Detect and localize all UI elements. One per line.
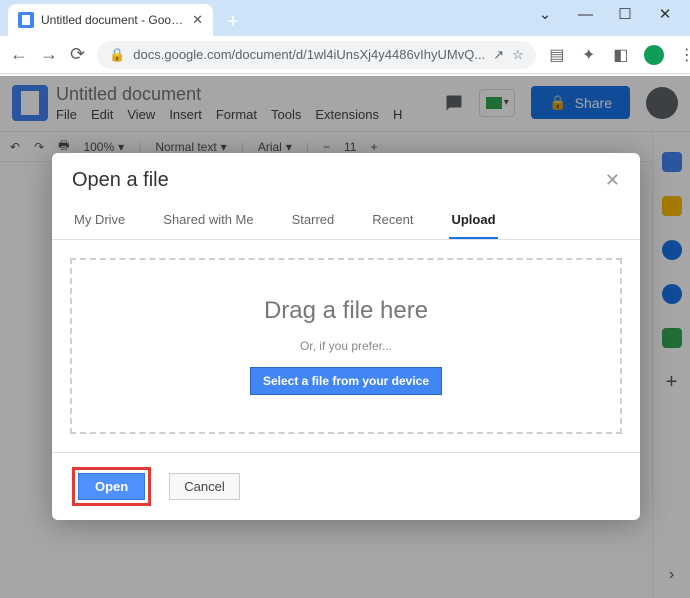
dropzone-subtitle: Or, if you prefer...: [300, 339, 392, 353]
reload-icon[interactable]: ⟳: [70, 44, 85, 65]
dialog-close-icon[interactable]: ✕: [605, 170, 620, 191]
dialog-tabs: My Drive Shared with Me Starred Recent U…: [52, 202, 640, 240]
select-file-button[interactable]: Select a file from your device: [250, 367, 442, 395]
maximize-icon[interactable]: ☐: [618, 5, 632, 23]
cancel-button[interactable]: Cancel: [169, 473, 239, 500]
tab-shared-with-me[interactable]: Shared with Me: [161, 202, 255, 239]
tab-my-drive[interactable]: My Drive: [72, 202, 127, 239]
tab-upload[interactable]: Upload: [449, 202, 497, 239]
browser-tab[interactable]: Untitled document - Google Doc... ✕: [8, 4, 213, 36]
open-button[interactable]: Open: [78, 473, 145, 500]
url-text: docs.google.com/document/d/1wl4iUnsXj4y4…: [133, 47, 485, 62]
chevron-down-icon[interactable]: ⌄: [538, 5, 552, 23]
extensions-puzzle-icon[interactable]: ✦: [580, 46, 598, 64]
profile-avatar-icon[interactable]: [644, 45, 664, 65]
dropzone-title: Drag a file here: [264, 297, 428, 325]
kebab-menu-icon[interactable]: ⋮: [678, 46, 690, 64]
minimize-icon[interactable]: —: [578, 6, 592, 23]
tab-title: Untitled document - Google Doc...: [41, 13, 185, 27]
browser-toolbar: ← → ⟳ 🔒 docs.google.com/document/d/1wl4i…: [0, 36, 690, 74]
bookmark-icon[interactable]: ☆: [512, 47, 524, 63]
docs-favicon-icon: [18, 12, 34, 28]
extension-icon[interactable]: ▤: [548, 46, 566, 64]
file-dropzone[interactable]: Drag a file here Or, if you prefer... Se…: [70, 258, 622, 434]
share-url-icon[interactable]: ↗: [493, 47, 504, 63]
open-button-highlight: Open: [72, 467, 151, 506]
forward-icon[interactable]: →: [40, 44, 58, 65]
window-controls: ⌄ — ☐ ✕: [538, 0, 690, 36]
open-file-dialog: Open a file ✕ My Drive Shared with Me St…: [52, 153, 640, 520]
tab-close-icon[interactable]: ✕: [192, 12, 203, 28]
back-icon[interactable]: ←: [10, 44, 28, 65]
extension2-icon[interactable]: ◧: [612, 46, 630, 64]
new-tab-button[interactable]: +: [219, 8, 247, 36]
address-bar[interactable]: 🔒 docs.google.com/document/d/1wl4iUnsXj4…: [97, 41, 536, 69]
close-icon[interactable]: ✕: [658, 5, 672, 23]
dialog-title: Open a file: [72, 169, 169, 192]
tab-recent[interactable]: Recent: [370, 202, 415, 239]
lock-icon: 🔒: [109, 47, 125, 63]
window-titlebar: Untitled document - Google Doc... ✕ + ⌄ …: [0, 0, 690, 36]
tab-starred[interactable]: Starred: [290, 202, 337, 239]
